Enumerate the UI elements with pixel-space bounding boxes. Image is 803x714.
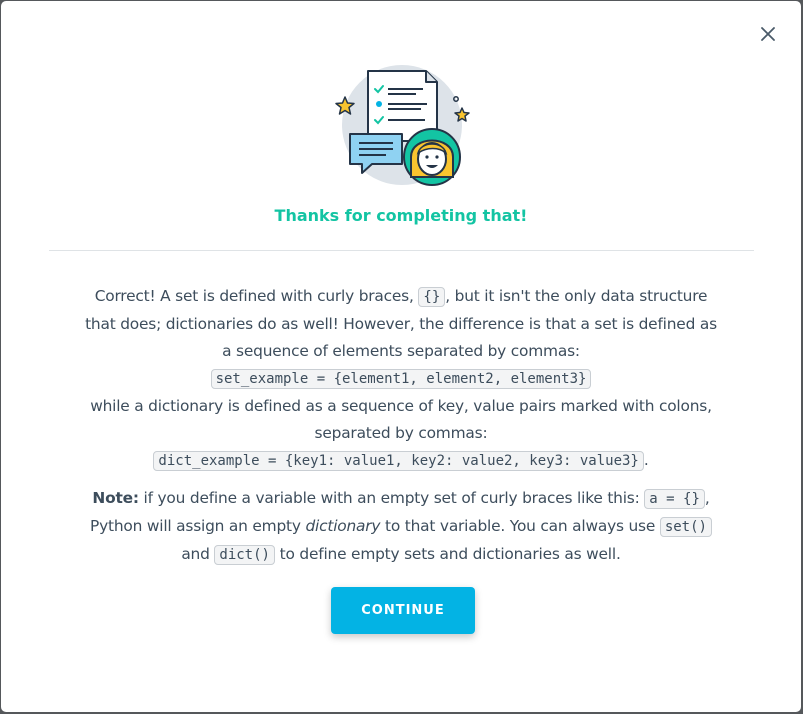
completion-headline: Thanks for completing that! — [274, 206, 528, 225]
feedback-body: Correct! A set is defined with curly bra… — [81, 283, 721, 569]
inline-code: a = {} — [644, 489, 705, 509]
paragraph-text: Correct! A set is defined with curly bra… — [94, 287, 419, 305]
divider — [49, 250, 754, 251]
paragraph-text: to that variable. You can always use — [380, 517, 660, 535]
code-set-example: set_example = {element1, element2, eleme… — [210, 369, 592, 389]
paragraph-text: . — [643, 451, 649, 469]
paragraph-text: to define empty sets and dictionaries as… — [274, 545, 621, 563]
inline-code: {} — [418, 287, 446, 307]
emphasis-text: dictionary — [305, 517, 381, 535]
inline-code: set() — [659, 517, 712, 537]
note-paragraph: Note: if you define a variable with an e… — [81, 485, 721, 569]
success-illustration-icon — [335, 65, 470, 186]
feedback-paragraph: Correct! A set is defined with curly bra… — [81, 283, 721, 475]
paragraph-text: if you define a variable with an empty s… — [138, 489, 645, 507]
code-dict-example: dict_example = {key1: value1, key2: valu… — [153, 451, 644, 471]
paragraph-text: while a dictionary is defined as a seque… — [90, 397, 712, 442]
completion-modal: Thanks for completing that! Correct! A s… — [1, 1, 801, 712]
note-label: Note: — [92, 489, 139, 507]
inline-code: dict() — [214, 545, 275, 565]
paragraph-text: and — [181, 545, 215, 563]
continue-button[interactable]: CONTINUE — [331, 587, 475, 634]
close-button[interactable] — [755, 21, 781, 47]
close-icon — [761, 27, 775, 41]
